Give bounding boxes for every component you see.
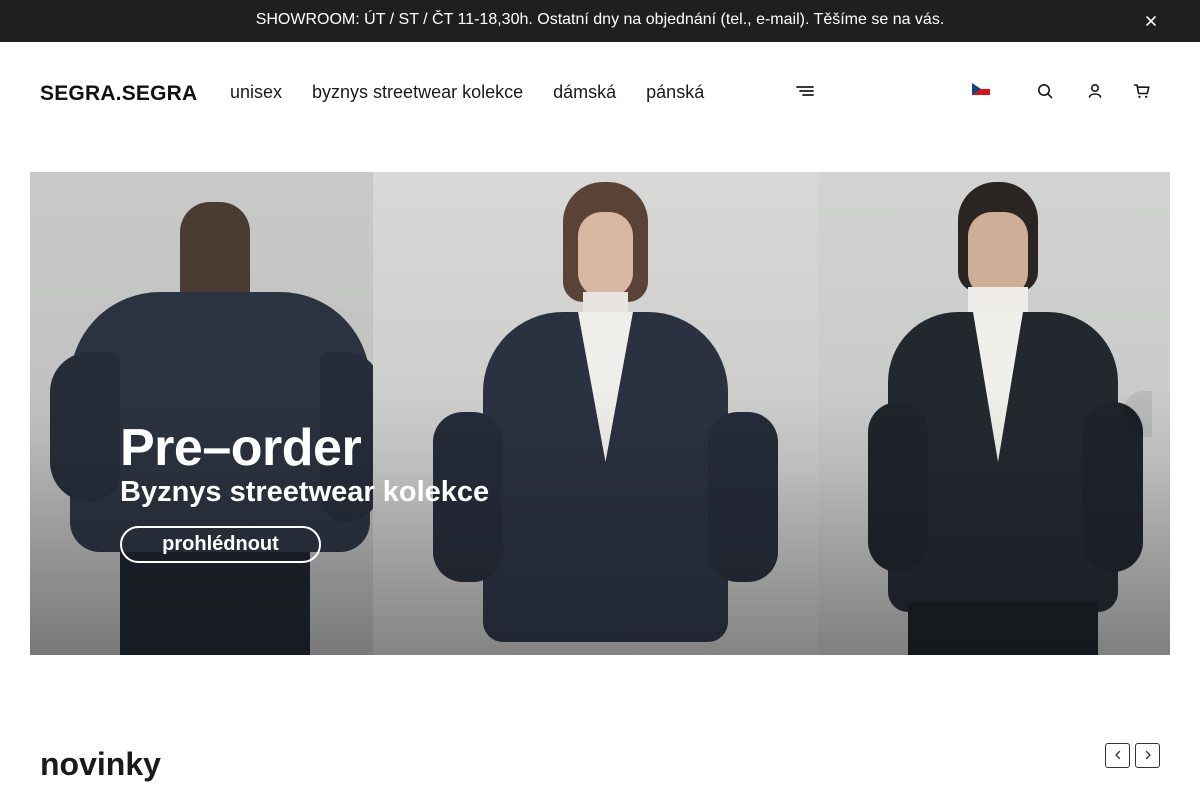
main-nav: unisex byznys streetwear kolekce dámská … <box>230 82 704 103</box>
nav-item-unisex[interactable]: unisex <box>230 82 282 103</box>
carousel-next-button[interactable] <box>1135 743 1160 768</box>
chevron-right-icon <box>1143 747 1153 765</box>
czech-flag-icon <box>972 83 990 95</box>
hamburger-icon[interactable] <box>796 85 814 99</box>
announcement-text: SHOWROOM: ÚT / ST / ČT 11-18,30h. Ostatn… <box>255 11 945 28</box>
hero-subtitle: Byznys streetwear kolekce <box>120 476 490 508</box>
carousel-prev-button[interactable] <box>1105 743 1130 768</box>
close-icon[interactable] <box>1142 12 1160 30</box>
user-icon[interactable] <box>1086 82 1104 100</box>
nav-item-byznys-streetwear-kolekce[interactable]: byznys streetwear kolekce <box>312 82 523 103</box>
chevron-left-icon <box>1113 747 1123 765</box>
site-logo[interactable]: SEGRA.SEGRA <box>40 82 197 106</box>
cart-icon[interactable] <box>1133 82 1151 100</box>
search-icon[interactable] <box>1036 82 1054 100</box>
site-header: SEGRA.SEGRA unisex byznys streetwear kol… <box>0 42 1200 142</box>
hero-prev-arrow[interactable] <box>70 408 80 420</box>
hero-title: Pre–order <box>120 419 362 477</box>
hero-banner[interactable]: Pre–order Byznys streetwear kolekce proh… <box>30 172 1170 655</box>
hero-overlay <box>30 172 1170 655</box>
announcement-bar: SHOWROOM: ÚT / ST / ČT 11-18,30h. Ostatn… <box>0 0 1200 42</box>
hero-cta-button[interactable]: prohlédnout <box>120 526 321 563</box>
nav-item-damska[interactable]: dámská <box>553 82 616 103</box>
nav-item-panska[interactable]: pánská <box>646 82 704 103</box>
language-selector[interactable] <box>972 83 999 95</box>
section-title-novinky: novinky <box>40 746 161 782</box>
